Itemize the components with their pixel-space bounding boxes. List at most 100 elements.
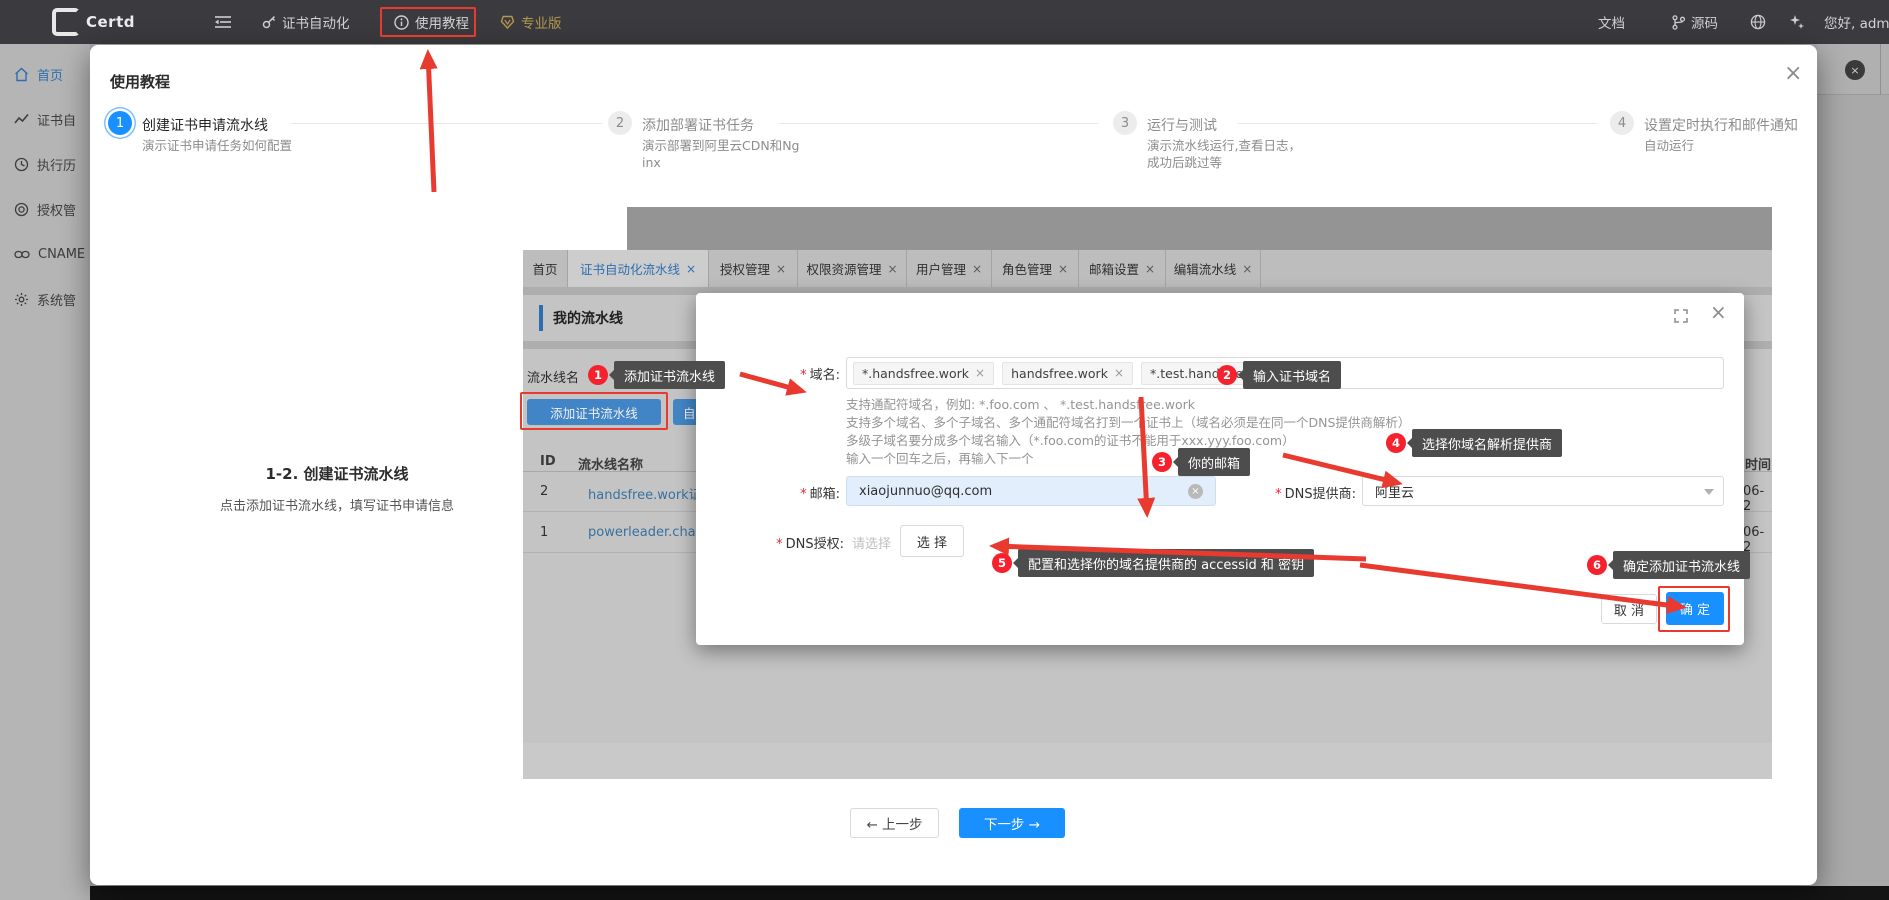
add-pipeline-label: 添加证书流水线 [550,403,638,422]
clear-email-icon[interactable]: × [1188,484,1203,499]
tag-remove-icon[interactable]: × [1114,366,1124,380]
dns-auth-select-button[interactable]: 选 择 [900,525,964,557]
help-line: 输入一个回车之后，再输入下一个 [846,450,1410,468]
help-line: 支持通配符域名，例如: *.foo.com 、 *.test.handsfree… [846,396,1410,414]
nav-item-tutorial[interactable]: 使用教程 [394,0,469,44]
tab-close-icon[interactable]: × [1242,262,1252,276]
tab-close-icon[interactable]: × [972,262,982,276]
nav-pro-label: 专业版 [521,12,562,32]
sidebar-item-cname[interactable]: CNAME [0,242,90,266]
app-root: Certd 证书自动化 使用教程 专业版 文档 源码 [0,0,1889,900]
demo-margin [523,207,627,250]
dns-auth-field-label: *DNS授权: [740,533,844,552]
nav-item-cert-automation[interactable]: 证书自动化 [262,0,350,44]
sidebar-collapse-button[interactable] [215,0,231,44]
demo-tab-edit-pipeline[interactable]: 编辑流水线 × [1166,250,1261,287]
dns-provider-field-label: *DNS提供商: [1232,483,1356,502]
demo-screenshot: 首页 证书自动化流水线 × 授权管理 × 权限资源管理 × 用户管理 × [523,207,1772,779]
tab-close-icon[interactable]: × [776,262,786,276]
certd-logo-icon [52,8,80,36]
nav-docs-label: 文档 [1598,12,1625,32]
divider [1880,44,1881,95]
tab-close-icon[interactable]: × [1058,262,1068,276]
demo-tab-email[interactable]: 邮箱设置 × [1079,250,1166,287]
demo-tab-auth[interactable]: 授权管理 × [709,250,798,287]
tab-label: 角色管理 [1002,259,1052,278]
theme-button[interactable] [1789,0,1805,44]
globe-icon [1750,14,1766,30]
domain-tag-label: handsfree.work [1011,366,1108,381]
git-branch-icon [1672,15,1685,30]
cancel-label: 取 消 [1614,600,1644,619]
step-3-desc: 演示流水线运行,查看日志，成功后跳过等 [1147,137,1307,171]
sidebar-item-cert-automation[interactable]: 证书自 [0,107,90,131]
help-line: 支持多个域名、多个子域名、多个通配符域名打到一个证书上（域名必须是在同一个DNS… [846,414,1410,432]
demo-tab-users[interactable]: 用户管理 × [907,250,992,287]
domain-tag[interactable]: handsfree.work × [1002,362,1133,385]
sparkles-icon [1789,14,1805,30]
tab-close-icon[interactable]: × [686,262,696,276]
demo-page-title: 我的流水线 [553,308,623,328]
language-button[interactable] [1750,0,1766,44]
step-3-title: 运行与测试 [1147,115,1217,135]
app-logo[interactable]: Certd [52,0,135,44]
add-pipeline-button[interactable]: 添加证书流水线 [527,399,661,425]
secondary-button-label: 自 [683,403,696,422]
nav-item-pro[interactable]: 专业版 [500,0,562,44]
step-3-indicator: 3 [1113,111,1137,135]
domain-tags-input[interactable]: *.handsfree.work × handsfree.work × *.te… [846,357,1724,389]
demo-tab-permission[interactable]: 权限资源管理 × [798,250,907,287]
step-1-title: 创建证书申请流水线 [142,115,268,135]
sidebar-item-home[interactable]: 首页 [0,62,90,86]
sidebar-item-system[interactable]: 系统管 [0,287,90,311]
tag-remove-icon[interactable]: × [1291,366,1301,380]
user-menu[interactable]: 您好, admin [1824,0,1889,44]
email-input[interactable]: xiaojunnuo@qq.com [846,476,1216,506]
demo-tab-roles[interactable]: 角色管理 × [992,250,1079,287]
next-step-button[interactable]: 下一步 → [959,808,1065,838]
step-connector [290,123,602,124]
dialog-close-icon[interactable]: × [1710,300,1727,324]
tab-close-all-icon[interactable]: × [1845,60,1865,80]
demo-tab-home[interactable]: 首页 [523,250,568,287]
tab-close-icon[interactable]: × [887,262,897,276]
domain-help-text: 支持通配符域名，例如: *.foo.com 、 *.test.handsfree… [846,396,1410,468]
top-navbar: Certd 证书自动化 使用教程 专业版 文档 源码 [0,0,1889,44]
next-step-label: 下一步 → [984,813,1040,833]
tutorial-close-icon[interactable]: × [1784,61,1802,86]
page-bottom-bar [90,886,1889,900]
demo-tab-pipelines[interactable]: 证书自动化流水线 × [568,250,709,287]
tag-remove-icon[interactable]: × [975,366,985,380]
row-id: 1 [540,525,548,540]
ok-button[interactable]: 确 定 [1666,592,1724,625]
clock-icon [14,157,29,172]
fullscreen-icon[interactable] [1674,308,1688,327]
cancel-button[interactable]: 取 消 [1601,594,1657,624]
tab-close-icon[interactable]: × [1145,262,1155,276]
sidebar-history-label: 执行历 [37,155,76,174]
required-mark: * [1275,487,1282,502]
tutorial-modal: 使用教程 × 1 创建证书申请流水线 演示证书申请任务如何配置 2 添加部署证书… [90,45,1817,885]
prev-step-button[interactable]: ← 上一步 [850,808,939,838]
nav-item-docs[interactable]: 文档 [1598,0,1625,44]
step-4-indicator: 4 [1610,111,1634,135]
domain-tag-label: *.test.handsfree.work [1150,366,1285,381]
pipeline-link[interactable]: powerleader.chat [588,525,701,540]
collapse-menu-icon [215,15,231,29]
sidebar-item-history[interactable]: 执行历 [0,152,90,176]
dns-provider-select[interactable]: 阿里云 [1362,476,1724,506]
prev-step-label: ← 上一步 [866,813,922,833]
pro-badge-icon [500,15,515,29]
nav-tutorial-label: 使用教程 [415,12,469,32]
dns-auth-placeholder: 请选择 [852,533,891,552]
sidebar-item-auth[interactable]: 授权管 [0,197,90,221]
pipeline-link[interactable]: handsfree.work证 [588,484,702,503]
step-1-desc: 演示证书申请任务如何配置 [142,137,302,154]
domain-field-label: *域名: [740,364,840,383]
domain-tag[interactable]: *.handsfree.work × [853,362,994,385]
tutorial-modal-title: 使用教程 [110,71,170,92]
sidebar-cert-label: 证书自 [37,110,76,129]
nav-item-source[interactable]: 源码 [1672,0,1718,44]
domain-tag[interactable]: *.test.handsfree.work × [1141,362,1310,385]
key-icon [262,15,276,29]
